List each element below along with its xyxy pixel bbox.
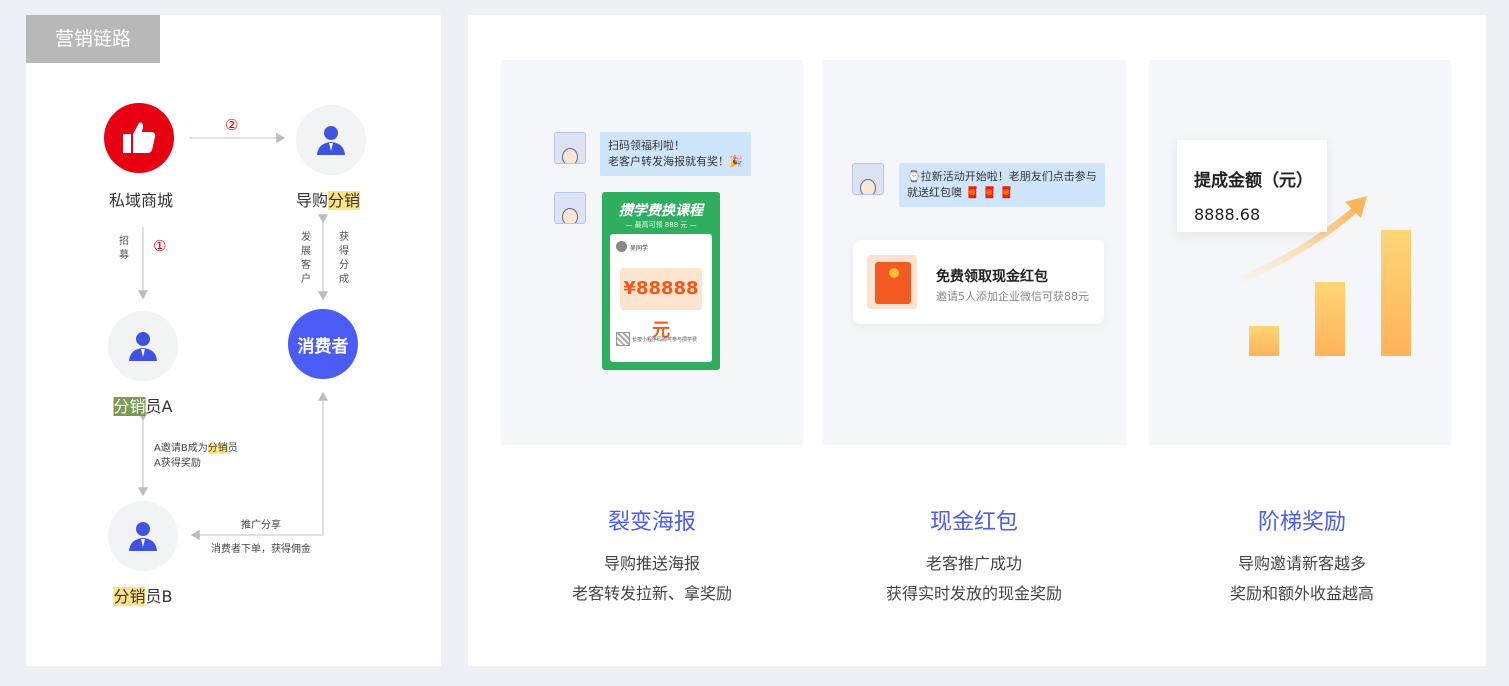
poster-content: 吴同学 ¥88888元 长按小程序码即可参与攒学费 bbox=[610, 234, 712, 362]
guide-label-highlight: 分销 bbox=[328, 191, 361, 210]
consumer-label: 消费者 bbox=[297, 336, 349, 357]
develop-customers-label: 发展客户 bbox=[301, 232, 311, 285]
red-packet-card[interactable]: 免费领取现金红包 邀请5人添加企业微信可获88元 bbox=[853, 240, 1104, 324]
avatar bbox=[554, 132, 586, 164]
guide-label: 导购分销 bbox=[295, 187, 361, 211]
distributor-b-label: 分销员B bbox=[113, 583, 173, 607]
guide-label-prefix: 导购 bbox=[295, 191, 328, 210]
person-icon bbox=[129, 332, 157, 361]
distributor-a-label: 分销员A bbox=[113, 393, 173, 417]
distributor-b-node bbox=[108, 501, 178, 571]
bubble-line-1: ⌚拉新活动开始啦！老朋友们点击参与 bbox=[907, 170, 1097, 183]
poster-avatar bbox=[616, 241, 627, 252]
desc-line-1: 导购邀请新客越多 bbox=[1237, 554, 1367, 573]
thumbs-up-icon bbox=[123, 122, 156, 153]
bubble-line-2: 老客户转发海报就有奖！🎉 bbox=[608, 155, 743, 168]
desc-line-2: 老客转发拉新、拿奖励 bbox=[571, 584, 733, 603]
consumer-node: 消费者 bbox=[288, 309, 358, 379]
card-title-fission-poster: 裂变海报 bbox=[607, 510, 697, 535]
invite-line-1: A邀请B成为分销员 bbox=[154, 443, 238, 454]
person-icon bbox=[129, 522, 157, 551]
desc-line-1: 导购推送海报 bbox=[603, 554, 701, 573]
consumer-order-label: 消费者下单，获得佣金 bbox=[211, 544, 311, 555]
recruit-label: 招募 bbox=[119, 236, 129, 261]
bubble-line-2: 就送红包噢 🧧 🧧 🧧 bbox=[907, 186, 1014, 199]
invite-line-2: A获得奖励 bbox=[154, 458, 201, 469]
promote-share-label: 推广分享 bbox=[241, 520, 281, 531]
guide-node bbox=[296, 105, 366, 175]
commission-amount-label: 提成金额（元） bbox=[1194, 171, 1313, 191]
flow-arrows bbox=[137, 132, 329, 541]
share-poster: 攒学费换课程 — 最高可领 888 元 — 吴同学 ¥88888元 长按小程序码… bbox=[602, 192, 720, 370]
fission-poster-illustration: 扫码领福利啦！ 老客户转发海报就有奖！🎉 攒学费换课程 — 最高可领 888 元… bbox=[501, 60, 803, 445]
poster-title: 攒学费换课程 bbox=[619, 203, 703, 219]
card-desc-cash-red-packet: 老客推广成功 获得实时发放的现金奖励 bbox=[886, 549, 1062, 609]
desc-line-2: 获得实时发放的现金奖励 bbox=[885, 584, 1063, 603]
avatar bbox=[852, 163, 884, 195]
poster-name: 吴同学 bbox=[630, 245, 649, 252]
private-mall-node bbox=[104, 103, 174, 173]
step-two-marker: ② bbox=[225, 116, 239, 134]
reward-bar-small bbox=[1249, 326, 1279, 356]
red-packet-chat-bubble: ⌚拉新活动开始啦！老朋友们点击参与 就送红包噢 🧧 🧧 🧧 bbox=[899, 163, 1105, 207]
poster-chat-bubble: 扫码领福利啦！ 老客户转发海报就有奖！🎉 bbox=[600, 132, 751, 176]
cash-red-packet-illustration: ⌚拉新活动开始啦！老朋友们点击参与 就送红包噢 🧧 🧧 🧧 免费领取现金红包 邀… bbox=[823, 60, 1126, 445]
avatar bbox=[554, 192, 586, 224]
get-commission-share-label: 获得分成 bbox=[339, 232, 349, 285]
distributor-a-node bbox=[108, 311, 178, 381]
poster-footer: 长按小程序码即可参与攒学费 bbox=[632, 337, 698, 343]
card-desc-fission-poster: 导购推送海报 老客转发拉新、拿奖励 bbox=[572, 549, 732, 609]
marketing-chain-panel: 营销链路 私域商城 导购分销 ② ① 招募 发展客户 获得分成 分销员A 消费者… bbox=[26, 15, 441, 666]
red-packet-desc: 邀请5人添加企业微信可获88元 bbox=[936, 290, 1089, 303]
poster-amount: ¥88888元 bbox=[620, 268, 702, 341]
tiered-reward-illustration: 提成金额（元） 8888.68 bbox=[1149, 60, 1451, 445]
poster-subtitle: — 最高可领 888 元 — bbox=[625, 221, 697, 229]
distributor-a-highlight: 分销 bbox=[113, 397, 146, 416]
red-packet-icon bbox=[867, 255, 917, 309]
qr-code-icon bbox=[616, 332, 630, 346]
card-title-tiered-reward: 阶梯奖励 bbox=[1257, 510, 1347, 535]
distributor-a-suffix: 员A bbox=[145, 397, 173, 416]
desc-line-1: 老客推广成功 bbox=[925, 554, 1023, 573]
invite-text: A邀请B成为分销员 A获得奖励 bbox=[154, 441, 238, 471]
desc-line-2: 奖励和额外收益越高 bbox=[1229, 584, 1375, 603]
reward-bar-large bbox=[1381, 230, 1411, 356]
distributor-b-highlight: 分销 bbox=[113, 587, 146, 606]
step-one-marker: ① bbox=[153, 237, 167, 255]
distributor-b-suffix: 员B bbox=[145, 587, 173, 606]
card-desc-tiered-reward: 导购邀请新客越多 奖励和额外收益越高 bbox=[1230, 549, 1374, 609]
private-mall-label: 私域商城 bbox=[108, 191, 174, 210]
commission-amount-card: 提成金额（元） 8888.68 bbox=[1177, 140, 1327, 232]
reward-bar-medium bbox=[1315, 282, 1345, 356]
bubble-line-1: 扫码领福利啦！ bbox=[608, 139, 685, 152]
red-packet-title: 免费领取现金红包 bbox=[936, 269, 1048, 285]
card-title-cash-red-packet: 现金红包 bbox=[929, 510, 1019, 535]
person-icon bbox=[317, 126, 345, 155]
commission-amount-value: 8888.68 bbox=[1194, 205, 1261, 224]
features-panel: 扫码领福利啦！ 老客户转发海报就有奖！🎉 攒学费换课程 — 最高可领 888 元… bbox=[468, 15, 1486, 666]
